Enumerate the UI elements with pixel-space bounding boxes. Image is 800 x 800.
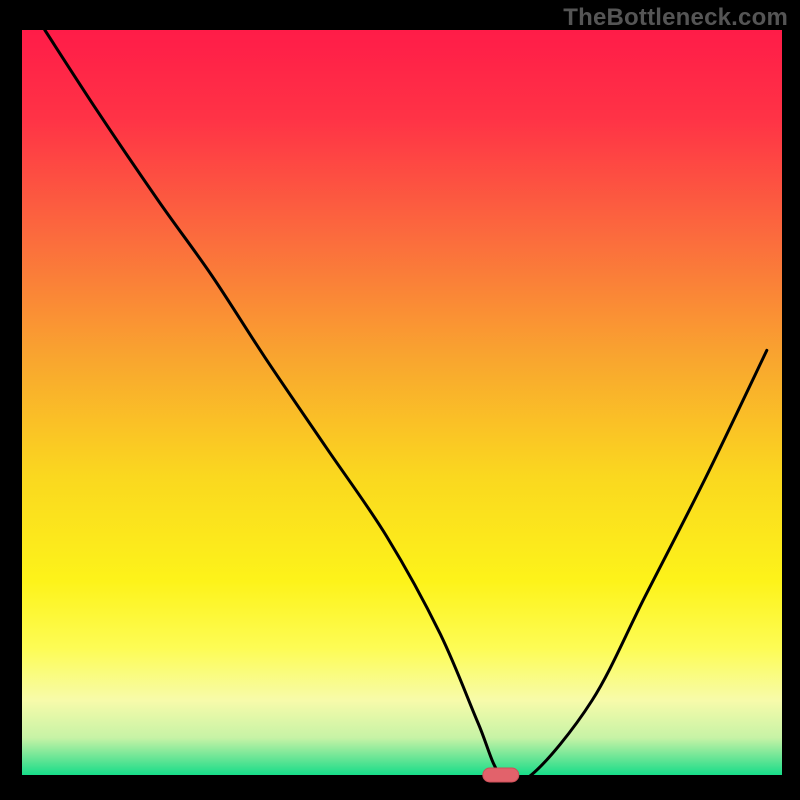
gradient-background xyxy=(22,30,782,775)
bottleneck-chart xyxy=(0,0,800,800)
watermark-text: TheBottleneck.com xyxy=(563,4,788,32)
optimum-marker xyxy=(483,768,519,782)
chart-frame: TheBottleneck.com xyxy=(0,0,800,800)
